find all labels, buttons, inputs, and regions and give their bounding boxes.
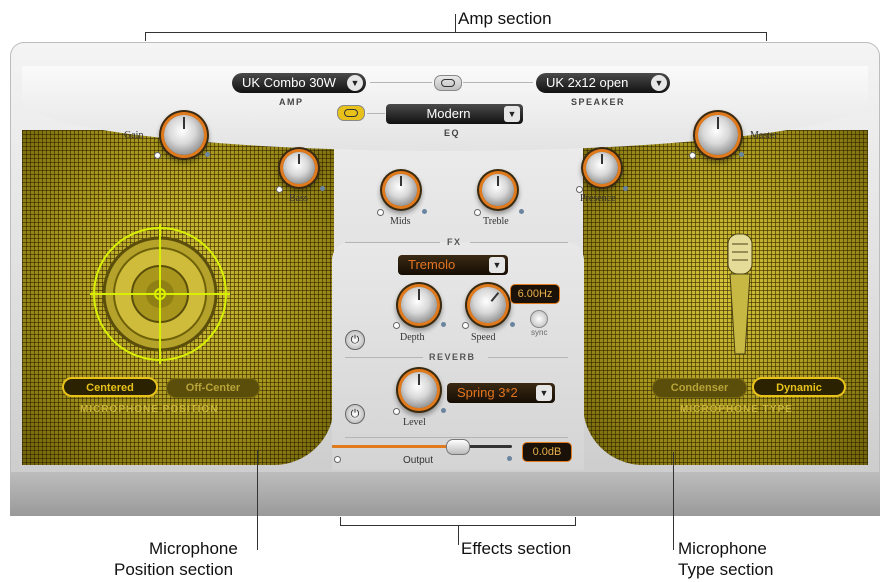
speed-value-readout[interactable]: 6.00Hz (510, 284, 560, 304)
amp-speaker-link-icon[interactable] (434, 75, 462, 91)
mic-centered-button[interactable]: Centered (62, 377, 158, 397)
mic-off-center-button[interactable]: Off-Center (166, 378, 260, 398)
output-sep (345, 437, 568, 438)
effects-section-callout: Effects section (461, 539, 572, 558)
speed-min-dot (462, 322, 469, 329)
amp-label: AMP (279, 97, 304, 107)
chevron-down-icon: ▼ (651, 75, 667, 91)
reverb-power-button[interactable]: ⏻ (345, 404, 365, 424)
speaker-cone-graphic[interactable] (86, 220, 234, 368)
eq-link-line (367, 113, 385, 114)
treble-knob[interactable] (482, 174, 514, 206)
gain-min-dot (154, 152, 161, 159)
amp-model-dropdown[interactable]: UK Combo 30W ▼ (232, 73, 366, 93)
speed-label: Speed (471, 332, 496, 343)
output-value-readout[interactable]: 0.0dB (522, 442, 572, 462)
fx-type-value: Tremolo (408, 257, 456, 272)
presence-label: Presence (580, 193, 616, 204)
guitar-amp-plugin: UK Combo 30W ▼ AMP UK 2x12 open ▼ SPEAKE… (10, 42, 880, 516)
output-min-dot (334, 456, 341, 463)
chevron-down-icon: ▼ (489, 257, 505, 273)
presence-knob[interactable] (586, 152, 618, 184)
treble-min-dot (474, 209, 481, 216)
mids-label: Mids (390, 216, 411, 227)
sync-button[interactable] (530, 310, 548, 328)
reverb-type-value: Spring 3*2 (457, 385, 518, 400)
mic-dynamic-button[interactable]: Dynamic (752, 377, 846, 397)
reverb-sep-right (488, 357, 568, 358)
depth-knob[interactable] (401, 287, 437, 323)
master-min-dot (689, 152, 696, 159)
master-knob[interactable] (698, 115, 738, 155)
reverb-title: REVERB (429, 352, 476, 362)
fx-sep-left (345, 242, 440, 243)
reverb-level-label: Level (403, 417, 426, 428)
amp-section-bracket (145, 32, 767, 41)
gain-label: Gain (124, 130, 144, 141)
mids-knob[interactable] (385, 174, 417, 206)
output-slider-track[interactable] (332, 439, 512, 455)
gain-max-dot (205, 152, 210, 157)
bass-max-dot (320, 186, 325, 191)
amp-link-line-left (370, 82, 432, 83)
reverb-level-knob[interactable] (401, 372, 437, 408)
treble-max-dot (519, 209, 524, 214)
sync-label: sync (531, 328, 548, 337)
fx-type-dropdown[interactable]: Tremolo ▼ (398, 255, 508, 275)
eq-model-dropdown[interactable]: Modern ▼ (386, 104, 523, 124)
bass-knob[interactable] (283, 152, 315, 184)
speaker-model-value: UK 2x12 open (546, 75, 629, 90)
mic-type-callout-line2: Type section (678, 560, 774, 579)
presence-max-dot (623, 186, 628, 191)
presence-min-dot (576, 186, 583, 193)
mic-position-leader (257, 450, 258, 550)
depth-label: Depth (400, 332, 425, 343)
mic-type-callout-line1: Microphone (678, 539, 767, 558)
mids-max-dot (422, 209, 427, 214)
speaker-label: SPEAKER (571, 97, 626, 107)
amp-section-bracket-tick (455, 14, 456, 32)
mic-position-title: MICROPHONE POSITION (80, 404, 219, 415)
gain-knob[interactable] (164, 115, 204, 155)
reverb-type-dropdown[interactable]: Spring 3*2 ▼ (447, 383, 555, 403)
depth-max-dot (441, 322, 446, 327)
mic-position-callout-line2: Position section (114, 560, 234, 579)
bass-label: Bass (289, 193, 308, 204)
amp-model-value: UK Combo 30W (242, 75, 336, 90)
mic-type-title: MICROPHONE TYPE (680, 404, 793, 415)
microphone-graphic (727, 233, 753, 355)
eq-model-value: Modern (426, 106, 471, 121)
bass-min-dot (276, 186, 283, 193)
mic-condenser-button[interactable]: Condenser (652, 378, 747, 398)
level-max-dot (441, 408, 446, 413)
amp-section-callout: Amp section (458, 9, 552, 28)
speaker-model-dropdown[interactable]: UK 2x12 open ▼ (536, 73, 670, 93)
output-slider-thumb[interactable] (445, 439, 470, 455)
effects-section-tick (458, 525, 459, 545)
reverb-sep-left (345, 357, 423, 358)
mic-position-callout-line1: Microphone (149, 539, 238, 558)
level-min-dot (393, 408, 400, 415)
speed-max-dot (510, 322, 515, 327)
chevron-down-icon: ▼ (504, 106, 520, 122)
amp-link-line-right (463, 82, 533, 83)
output-slider-fill (332, 445, 457, 448)
bottom-bar (10, 472, 880, 516)
chevron-down-icon: ▼ (536, 385, 552, 401)
mic-type-leader (673, 452, 674, 550)
eq-link-icon[interactable] (337, 105, 365, 121)
treble-label: Treble (483, 216, 509, 227)
output-max-dot (507, 456, 512, 461)
eq-label: EQ (444, 128, 461, 138)
fx-sep-right (470, 242, 568, 243)
fx-power-button[interactable]: ⏻ (345, 330, 365, 350)
chevron-down-icon: ▼ (347, 75, 363, 91)
fx-title: FX (447, 237, 462, 247)
speed-knob[interactable] (470, 287, 506, 323)
mids-min-dot (377, 209, 384, 216)
master-label: Master (750, 130, 778, 141)
depth-min-dot (393, 322, 400, 329)
output-label: Output (403, 455, 434, 466)
master-max-dot (739, 152, 744, 157)
